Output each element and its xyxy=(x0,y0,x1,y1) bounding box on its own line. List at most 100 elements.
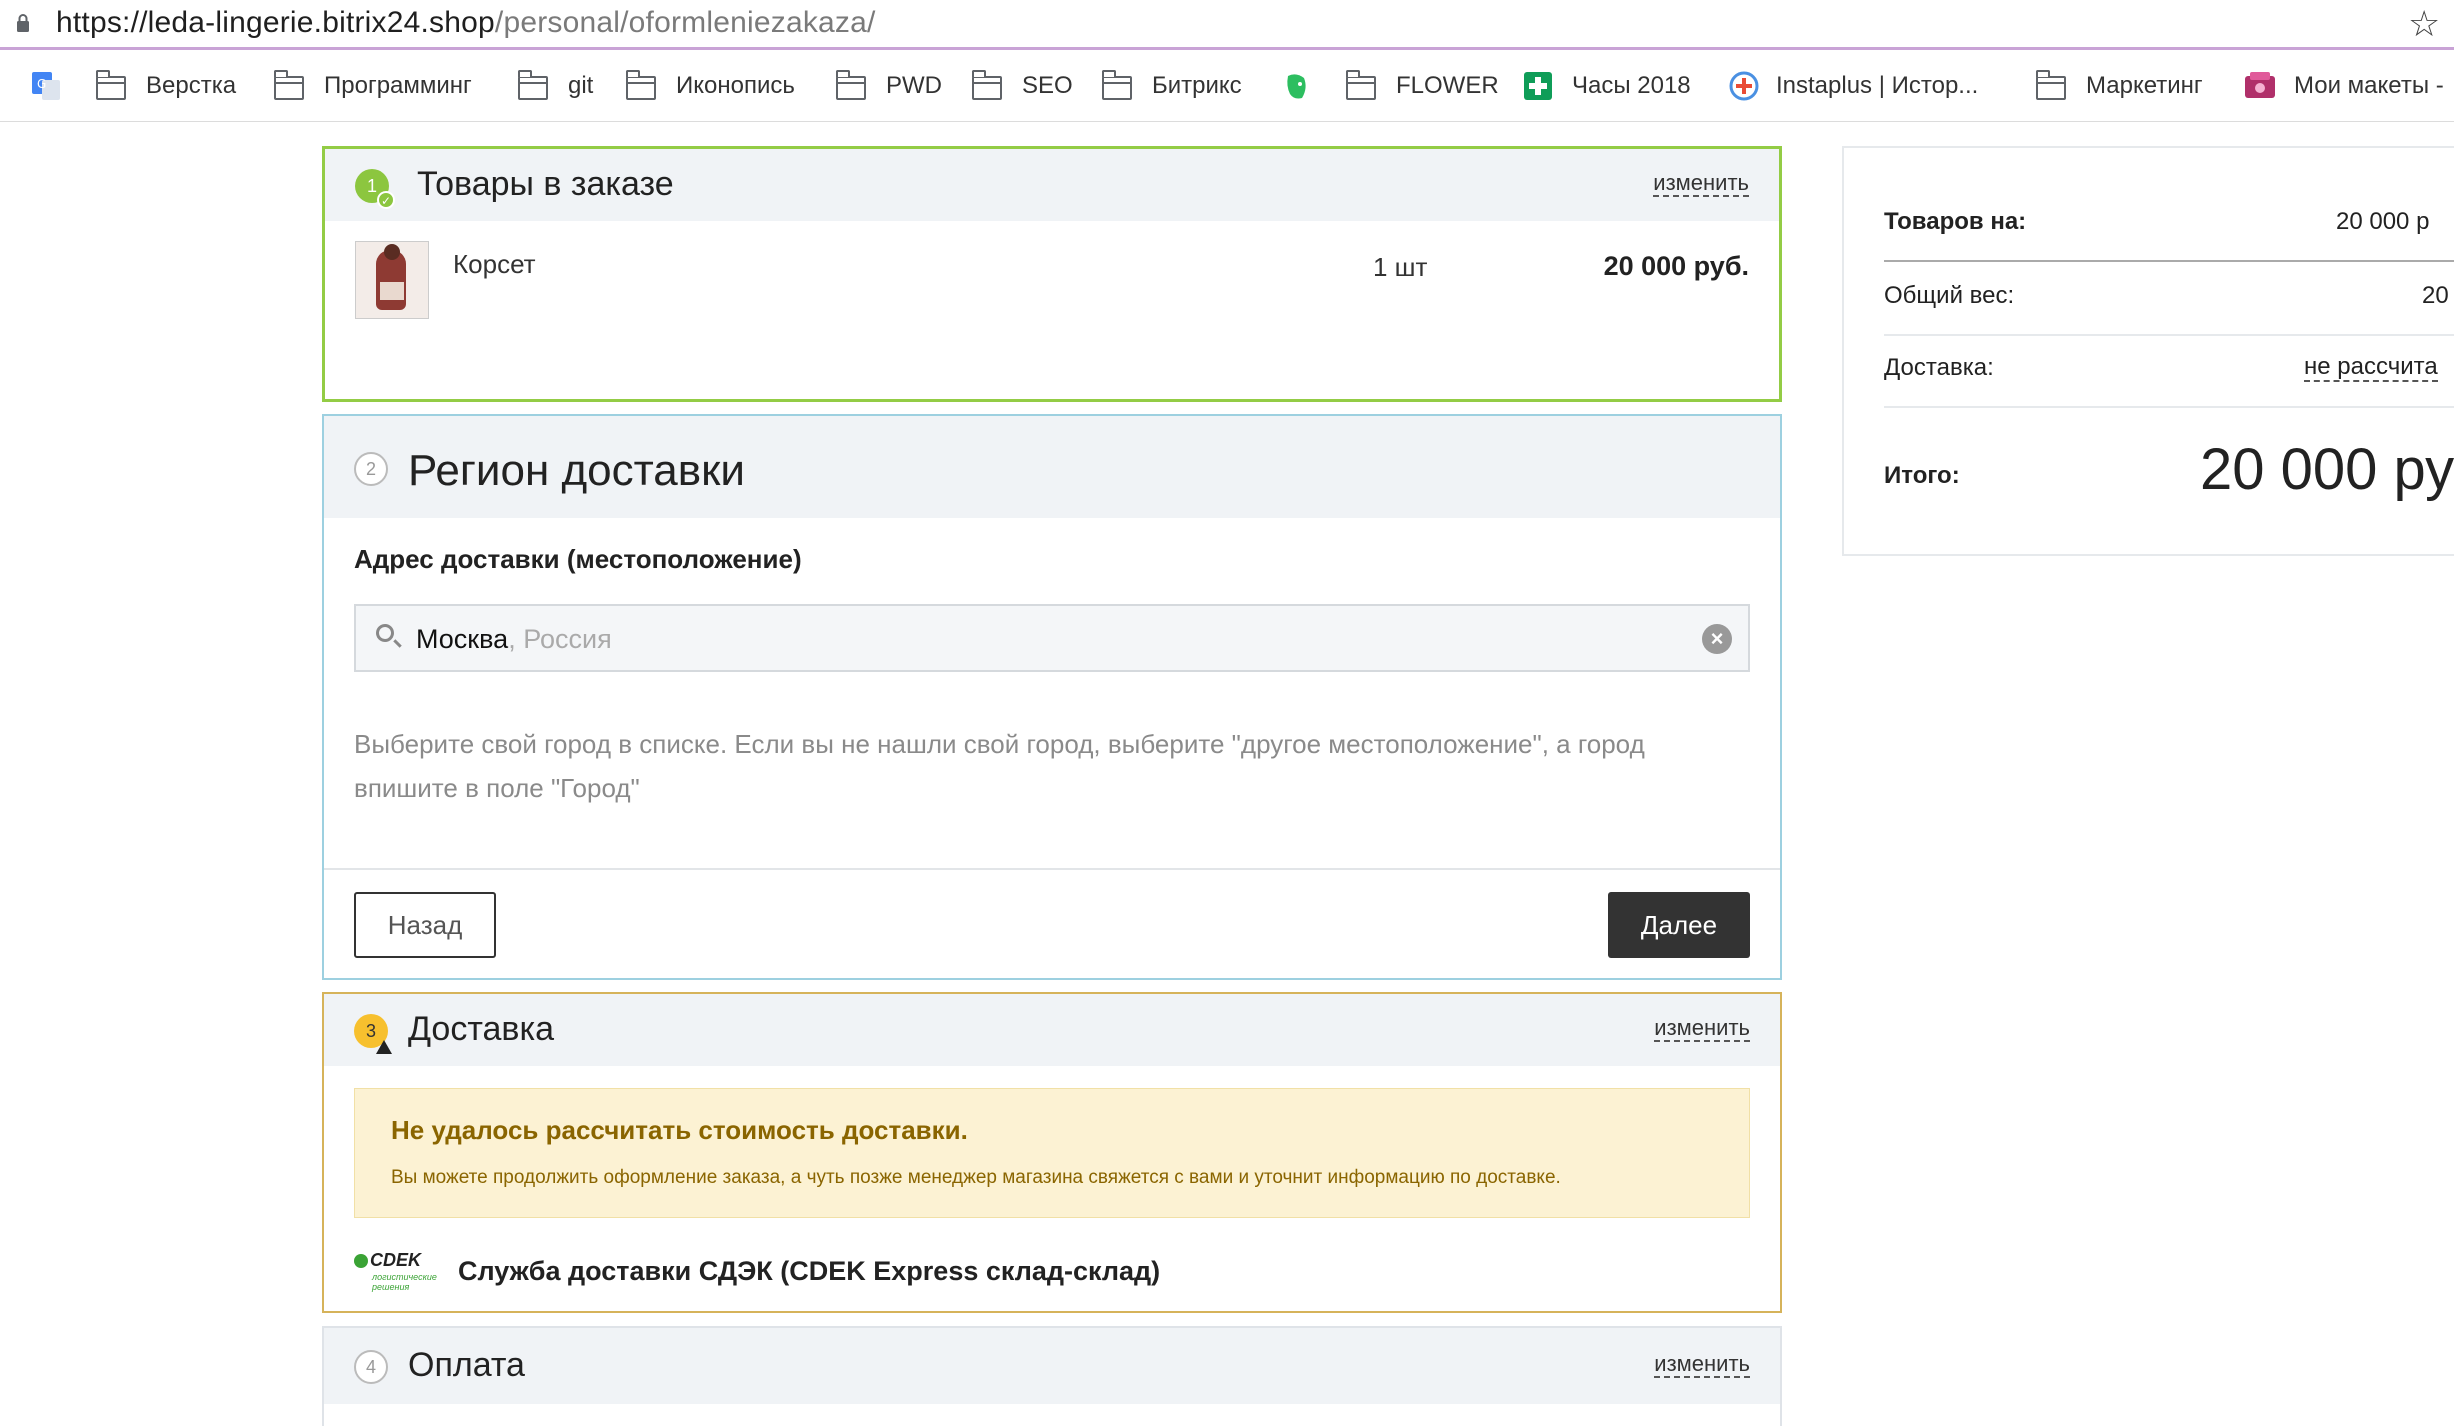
address-bar[interactable]: https://leda-lingerie.bitrix24.shop/pers… xyxy=(0,0,2454,50)
step-number-badge: 4 xyxy=(354,1350,388,1384)
evernote-bookmark[interactable] xyxy=(1280,66,1312,106)
summary-label: Товаров на: xyxy=(1884,208,2027,235)
bookmark-label: FLOWER xyxy=(1396,72,1499,99)
folder-icon xyxy=(96,70,128,100)
google-translate-bookmark[interactable]: G xyxy=(30,66,62,106)
location-country: , Россия xyxy=(508,624,612,654)
warning-icon xyxy=(376,1040,392,1054)
next-button[interactable]: Далее xyxy=(1608,892,1750,958)
folder-icon xyxy=(2036,70,2068,100)
google-translate-icon: G xyxy=(32,72,60,100)
bookmark-item[interactable]: Мои макеты - xyxy=(2242,66,2444,106)
cdek-logo-subtitle: логистические решения xyxy=(372,1272,437,1292)
block-title: Доставка xyxy=(408,1010,555,1048)
bookmark-item[interactable]: Иконопись xyxy=(626,66,795,106)
bookmark-item[interactable]: Битрикс xyxy=(1102,66,1242,106)
bookmark-item[interactable]: Маркетинг xyxy=(2036,66,2203,106)
step-number: 2 xyxy=(365,459,376,479)
total-value: 20 000 руб xyxy=(2200,437,2454,502)
folder-icon xyxy=(1102,70,1134,100)
evernote-icon xyxy=(1287,74,1306,99)
url-path: /personal/oformleniezakaza/ xyxy=(494,6,876,39)
bookmark-label: SEO xyxy=(1022,72,1073,99)
delivery-cost-link[interactable]: не рассчита xyxy=(2304,354,2438,382)
delivery-block: 3 Доставка изменить Не удалось рассчитат… xyxy=(322,992,1782,1313)
location-search-input[interactable]: Москва, Россия × xyxy=(354,604,1750,672)
step-number: 1 xyxy=(366,176,377,196)
bookmark-label: PWD xyxy=(886,72,942,99)
folder-icon xyxy=(1346,70,1378,100)
edit-items-link[interactable]: изменить xyxy=(1653,171,1749,197)
cdek-logo: CDEK логистические решения xyxy=(354,1250,444,1292)
summary-row-goods: Товаров на: 20 000 р xyxy=(1884,188,2454,262)
bookmark-item[interactable]: git xyxy=(518,66,593,106)
payment-header: 4 Оплата изменить xyxy=(324,1328,1780,1404)
region-header: 2 Регион доставки xyxy=(324,416,1780,518)
bookmark-label: Битрикс xyxy=(1152,72,1242,99)
order-items-header: 1 ✓ Товары в заказе изменить xyxy=(325,149,1779,221)
summary-value: 20 xyxy=(2422,282,2449,309)
bookmark-label: Instaplus | Истор... xyxy=(1776,72,1979,99)
product-quantity: 1 шт xyxy=(1373,252,1428,282)
bookmark-item[interactable]: SEO xyxy=(972,66,1073,106)
delivery-service-name[interactable]: Служба доставки СДЭК (CDEK Express склад… xyxy=(458,1256,1160,1287)
bookmark-star-icon[interactable]: ☆ xyxy=(2408,4,2440,44)
cdek-logo-dot xyxy=(354,1254,368,1268)
product-name[interactable]: Корсет xyxy=(453,249,536,280)
bookmark-label: Маркетинг xyxy=(2086,72,2203,99)
url-text[interactable]: https://leda-lingerie.bitrix24.shop/pers… xyxy=(56,6,876,40)
check-icon: ✓ xyxy=(377,191,395,209)
payment-block: 4 Оплата изменить xyxy=(322,1326,1782,1426)
step-number-badge: 1 ✓ xyxy=(355,169,395,209)
instaplus-icon xyxy=(1729,71,1759,101)
step-number-badge: 2 xyxy=(354,452,388,486)
location-city: Москва xyxy=(416,624,509,654)
summary-label: Общий вес: xyxy=(1884,282,2015,309)
bookmarks-bar: G Верстка Программинг git Иконопись PWD … xyxy=(0,50,2454,122)
bookmark-item[interactable]: FLOWER xyxy=(1346,66,1499,106)
address-label: Адрес доставки (местоположение) xyxy=(354,544,802,574)
block-title: Регион доставки xyxy=(408,446,745,495)
summary-value: 20 000 р xyxy=(2336,208,2430,235)
warning-text: Вы можете продолжить оформление заказа, … xyxy=(391,1167,1561,1188)
edit-payment-link[interactable]: изменить xyxy=(1654,1352,1750,1378)
product-thumbnail[interactable] xyxy=(355,241,429,319)
bookmark-label: Иконопись xyxy=(676,72,795,99)
lock-icon xyxy=(17,14,29,32)
summary-row-delivery: Доставка: не рассчита xyxy=(1884,334,2454,408)
url-host: https://leda-lingerie.bitrix24.shop xyxy=(56,6,495,39)
block-title: Оплата xyxy=(408,1346,525,1384)
bookmark-app-icon xyxy=(2245,72,2275,98)
step-number: 3 xyxy=(365,1021,376,1041)
bookmark-item[interactable]: PWD xyxy=(836,66,942,106)
warning-title: Не удалось рассчитать стоимость доставки… xyxy=(391,1115,968,1145)
svg-text:G: G xyxy=(37,77,46,91)
back-button[interactable]: Назад xyxy=(354,892,496,958)
divider xyxy=(324,868,1780,870)
summary-row-weight: Общий вес: 20 xyxy=(1884,262,2454,336)
bookmark-item[interactable]: Instaplus | Истор... xyxy=(1728,66,1978,106)
folder-icon xyxy=(274,70,306,100)
delivery-warning-box: Не удалось рассчитать стоимость доставки… xyxy=(354,1088,1750,1218)
edit-delivery-link[interactable]: изменить xyxy=(1654,1016,1750,1042)
location-value: Москва, Россия xyxy=(416,624,612,655)
bookmark-label: Мои макеты - xyxy=(2294,72,2444,99)
bookmark-item[interactable]: Программинг xyxy=(274,66,472,106)
folder-icon xyxy=(518,70,550,100)
folder-icon xyxy=(972,70,1004,100)
bookmark-label: git xyxy=(568,72,594,99)
bookmark-item[interactable]: Часы 2018 xyxy=(1522,66,1691,106)
bookmark-label: Верстка xyxy=(146,72,237,99)
product-price: 20 000 руб. xyxy=(1603,251,1749,281)
bookmark-item[interactable]: Верстка xyxy=(96,66,236,106)
cdek-logo-word: CDEK xyxy=(370,1250,422,1270)
bookmark-label: Программинг xyxy=(324,72,472,99)
order-summary: Товаров на: 20 000 р Общий вес: 20 Доста… xyxy=(1842,146,2454,556)
delivery-region-block: 2 Регион доставки Адрес доставки (местоп… xyxy=(322,414,1782,980)
clear-input-icon[interactable]: × xyxy=(1702,624,1732,654)
bookmark-label: Часы 2018 xyxy=(1572,72,1691,99)
total-label: Итого: xyxy=(1884,462,1960,489)
step-number: 4 xyxy=(365,1357,376,1377)
block-title: Товары в заказе xyxy=(417,165,674,203)
search-icon xyxy=(376,624,394,642)
